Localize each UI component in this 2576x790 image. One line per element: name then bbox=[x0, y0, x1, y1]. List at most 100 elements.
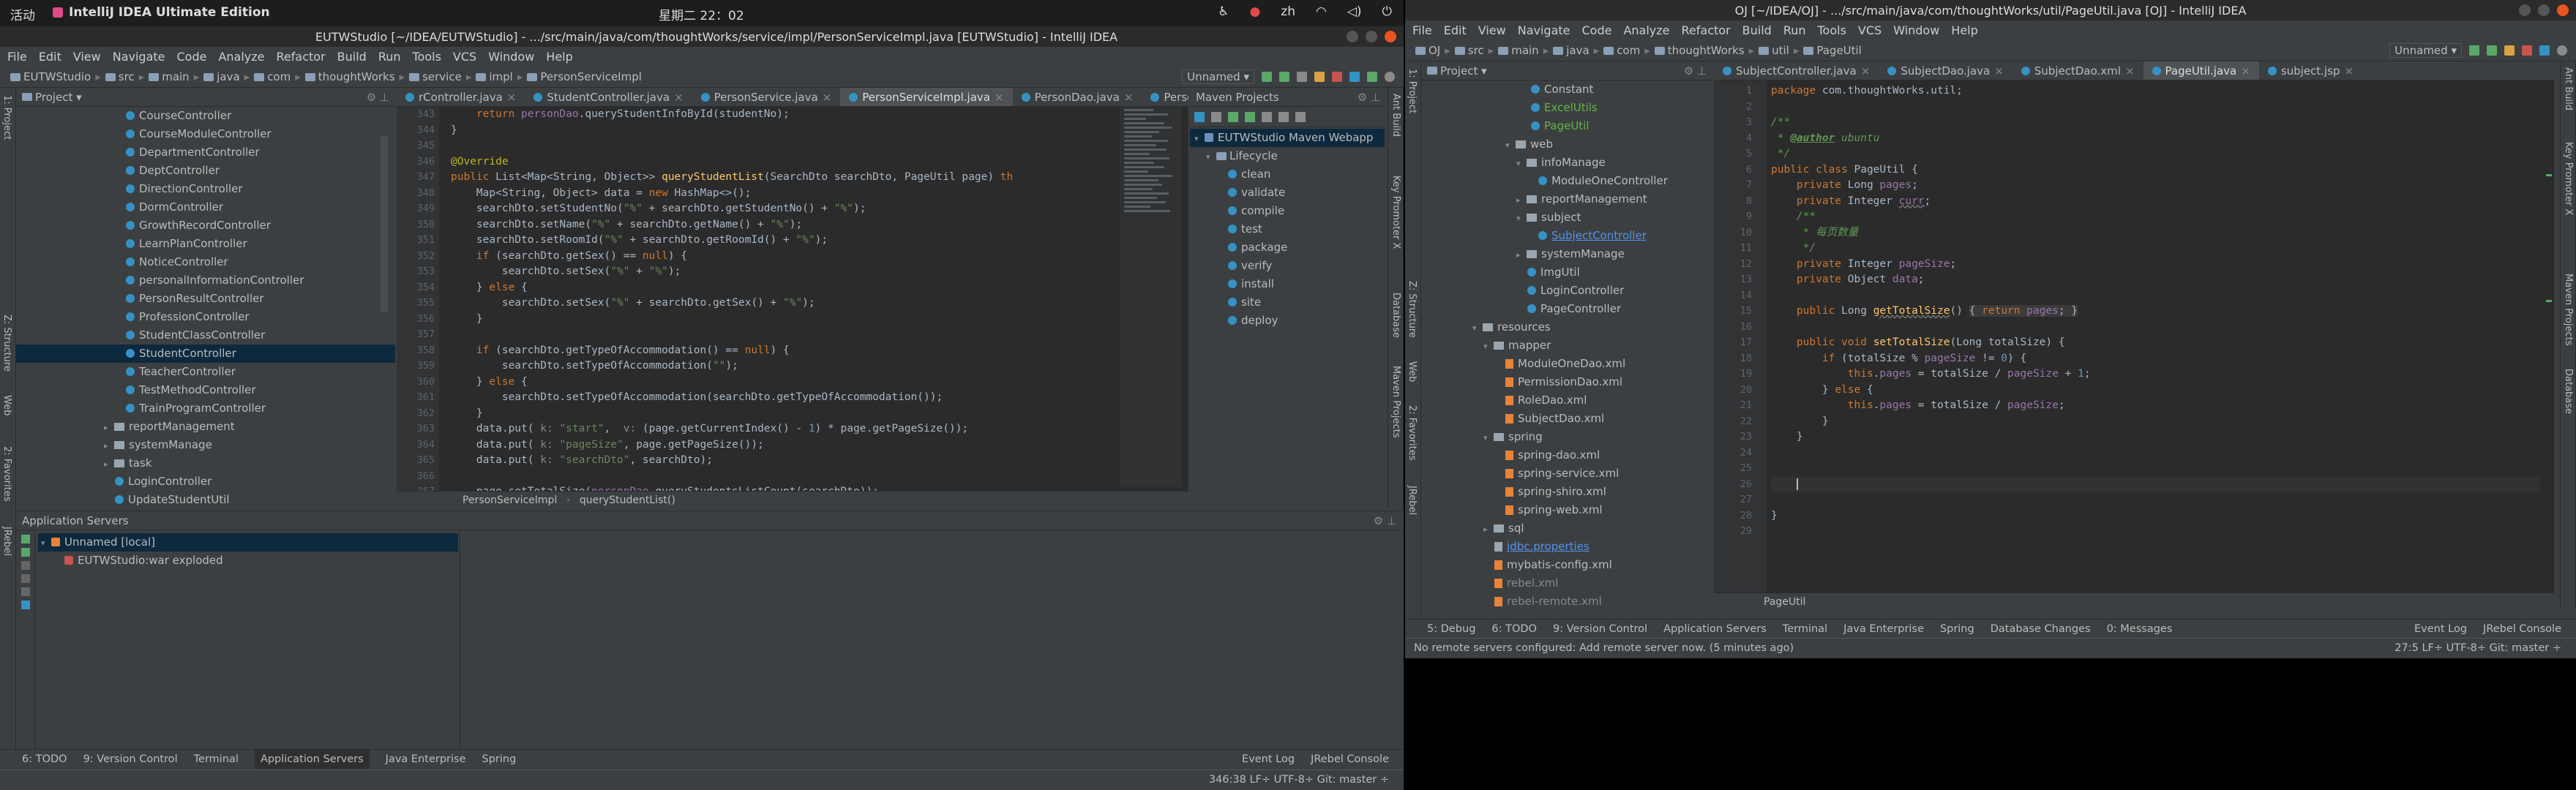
maximize-icon[interactable] bbox=[1366, 31, 1377, 42]
tree-node[interactable]: ▾ resources bbox=[1421, 318, 1712, 336]
tool-window-tab[interactable]: Java Enterprise bbox=[1843, 623, 1924, 635]
debug-icon[interactable] bbox=[1279, 71, 1289, 82]
tree-node[interactable]: RoleDao.xml bbox=[1421, 391, 1712, 410]
run-server-icon[interactable] bbox=[21, 535, 30, 543]
editor-tab[interactable]: SubjectController.java × bbox=[1714, 61, 1879, 80]
code-area[interactable]: return personDao.queryStudentInfoById(st… bbox=[451, 107, 1013, 508]
menu-window[interactable]: Window bbox=[1893, 23, 1939, 37]
run-config-select[interactable]: Unnamed ▾ bbox=[2389, 42, 2462, 58]
build-icon[interactable] bbox=[2504, 45, 2515, 56]
key-promoter-tab[interactable]: Key Promoter X bbox=[1390, 176, 1401, 249]
coverage-icon[interactable] bbox=[1297, 71, 1307, 82]
tree-node[interactable]: DirectionController bbox=[16, 180, 395, 198]
tree-node[interactable]: PersonResultController bbox=[16, 290, 395, 308]
breadcrumb-item[interactable]: main bbox=[139, 70, 190, 83]
close-tab-icon[interactable]: × bbox=[507, 91, 517, 104]
maven-goal[interactable]: validate bbox=[1190, 184, 1385, 202]
breadcrumb-item[interactable]: com bbox=[1594, 44, 1640, 57]
editor-tab[interactable]: PersonDao.java × bbox=[1013, 88, 1142, 106]
tree-node[interactable]: ▸ reportManagement bbox=[1421, 190, 1712, 208]
tool-window-tab[interactable]: 9: Version Control bbox=[83, 753, 178, 765]
breadcrumb-item[interactable]: thoughtWorks bbox=[1644, 44, 1745, 57]
tree-node[interactable]: LearnPlanController bbox=[16, 235, 395, 253]
jrebel-tool-tab[interactable]: JRebel bbox=[1, 527, 12, 556]
tree-node[interactable]: jdbc.properties bbox=[1421, 538, 1712, 556]
wifi-icon[interactable]: ◠ bbox=[1316, 4, 1327, 19]
menu-edit[interactable]: Edit bbox=[39, 50, 61, 64]
editor-tab[interactable]: PageUtil.java × bbox=[2143, 61, 2259, 80]
project-view-select[interactable]: Project bbox=[1440, 64, 1478, 78]
tree-node[interactable]: ▾ mapper bbox=[1421, 336, 1712, 355]
tool-window-tab[interactable]: Application Servers bbox=[254, 749, 370, 769]
close-tab-icon[interactable]: × bbox=[2125, 64, 2135, 78]
server-node[interactable]: ▾ Unnamed [local] bbox=[38, 533, 458, 552]
tree-node[interactable]: GrowthRecordController bbox=[16, 217, 395, 235]
tool-window-tab[interactable]: Event Log bbox=[2414, 623, 2467, 635]
build-icon[interactable] bbox=[1314, 71, 1325, 82]
tree-node[interactable]: spring-shiro.xml bbox=[1421, 483, 1712, 501]
expand-arrow-icon[interactable]: ▾ bbox=[1505, 136, 1516, 154]
close-tab-icon[interactable]: × bbox=[2241, 64, 2250, 78]
tree-node[interactable]: PermissionDao.xml bbox=[1421, 373, 1712, 391]
tool-window-tab[interactable]: JRebel Console bbox=[1311, 753, 1389, 765]
tool-window-tab[interactable]: Database Changes bbox=[1991, 623, 2091, 635]
stop-icon[interactable] bbox=[1332, 71, 1342, 82]
tree-node[interactable]: ▸ systemManage bbox=[1421, 245, 1712, 263]
structure-tool-tab[interactable]: Z: Structure bbox=[1407, 281, 1418, 338]
maven-goal[interactable]: site bbox=[1190, 293, 1385, 312]
vcs-commit-icon[interactable] bbox=[1367, 71, 1377, 82]
close-tab-icon[interactable]: × bbox=[674, 91, 684, 104]
breadcrumb-item[interactable]: EUTWStudio bbox=[6, 70, 91, 83]
tree-node[interactable]: DormController bbox=[16, 198, 395, 217]
tree-node[interactable]: DeptController bbox=[16, 162, 395, 180]
menu-help[interactable]: Help bbox=[1951, 23, 1977, 37]
volume-icon[interactable]: ◁) bbox=[1347, 4, 1362, 19]
menu-run[interactable]: Run bbox=[378, 50, 401, 64]
breadcrumb-item[interactable]: service bbox=[400, 70, 462, 83]
tree-node[interactable]: LoginController bbox=[1421, 282, 1712, 300]
tool-window-tab[interactable]: 9: Version Control bbox=[1553, 623, 1647, 635]
tree-node[interactable]: ▸ reportManagement bbox=[16, 418, 395, 436]
tool-window-tab[interactable]: Event Log bbox=[1242, 753, 1295, 765]
maven-settings-icon[interactable]: ⚙ ⊥ bbox=[1358, 91, 1385, 104]
menu-build[interactable]: Build bbox=[337, 50, 367, 64]
generate-sources-icon[interactable] bbox=[1211, 111, 1221, 122]
menu-analyze[interactable]: Analyze bbox=[1623, 23, 1669, 37]
close-tab-icon[interactable]: × bbox=[1124, 91, 1134, 104]
tool-window-tab[interactable]: 6: TODO bbox=[1491, 623, 1537, 635]
ant-build-tab[interactable]: Ant Build bbox=[2563, 67, 2574, 110]
maven-goal[interactable]: package bbox=[1190, 238, 1385, 257]
tool-window-tab[interactable]: Spring bbox=[1940, 623, 1974, 635]
menu-help[interactable]: Help bbox=[546, 50, 572, 64]
menu-edit[interactable]: Edit bbox=[1444, 23, 1467, 37]
close-tab-icon[interactable]: × bbox=[1861, 64, 1871, 78]
toggle-offline-icon[interactable] bbox=[1278, 111, 1289, 122]
project-tool-tab[interactable]: 1: Project bbox=[1, 95, 12, 140]
maven-projects-tab[interactable]: Maven Projects bbox=[1390, 366, 1401, 438]
tree-node[interactable]: ProfessionController bbox=[16, 308, 395, 326]
tree-node[interactable]: DepartmentController bbox=[16, 143, 395, 162]
close-tab-icon[interactable]: × bbox=[2344, 64, 2354, 78]
breadcrumb-item[interactable]: util bbox=[1749, 44, 1789, 57]
expand-arrow-icon[interactable]: ▾ bbox=[1472, 319, 1483, 337]
maven-goal[interactable]: install bbox=[1190, 275, 1385, 293]
tool-window-tab[interactable]: Terminal bbox=[194, 753, 239, 765]
tool-window-tab[interactable]: 5: Debug bbox=[1427, 623, 1475, 635]
tree-node[interactable]: UpdateStudentUtil bbox=[16, 491, 395, 509]
maven-projects-tab[interactable]: Maven Projects bbox=[2563, 274, 2574, 346]
run-config-select[interactable]: Unnamed ▾ bbox=[1182, 69, 1254, 84]
breadcrumb-item[interactable]: src bbox=[1445, 44, 1484, 57]
maven-goal[interactable]: verify bbox=[1190, 257, 1385, 275]
favorites-tool-tab[interactable]: 2: Favorites bbox=[1, 446, 12, 502]
menu-code[interactable]: Code bbox=[177, 50, 207, 64]
execute-goal-icon[interactable] bbox=[1262, 111, 1272, 122]
tool-window-tab[interactable]: Spring bbox=[482, 753, 517, 765]
status-message[interactable]: No remote servers configured: Add remote… bbox=[1414, 642, 1794, 654]
tree-node[interactable]: mybatis-config.xml bbox=[1421, 556, 1712, 574]
maven-goal[interactable]: compile bbox=[1190, 202, 1385, 220]
editor-tab[interactable]: SubjectDao.java × bbox=[1879, 61, 2012, 80]
expand-arrow-icon[interactable]: ▸ bbox=[1516, 191, 1527, 209]
tree-node[interactable]: NoticeController bbox=[16, 253, 395, 271]
expand-arrow-icon[interactable]: ▸ bbox=[104, 455, 114, 473]
tree-node[interactable]: PageUtil bbox=[1421, 117, 1712, 135]
